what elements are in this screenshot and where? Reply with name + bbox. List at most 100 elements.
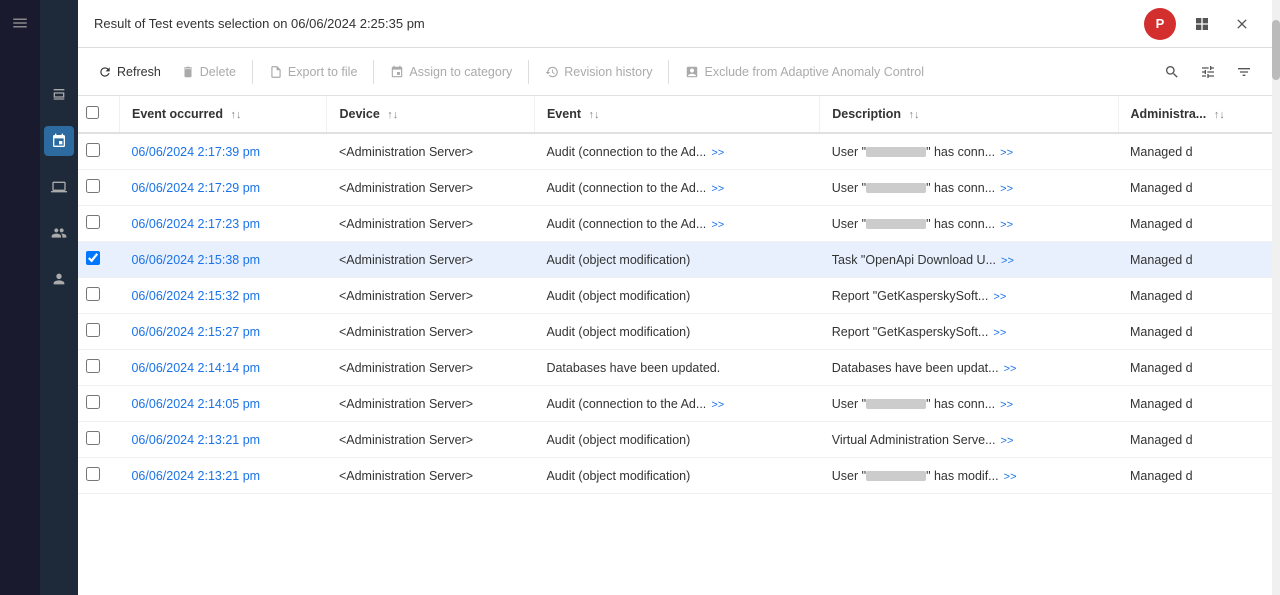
- row-checkbox-cell: [78, 170, 119, 206]
- refresh-button[interactable]: Refresh: [90, 60, 169, 84]
- filter-settings-icon-button[interactable]: [1192, 56, 1224, 88]
- left-sidebar: [0, 0, 40, 595]
- row-checkbox-cell: [78, 133, 119, 170]
- menu-icon[interactable]: [5, 8, 35, 38]
- description-expand-arrow[interactable]: >>: [997, 183, 1013, 195]
- table-row: 06/06/2024 2:17:39 pm<Administration Ser…: [78, 133, 1272, 170]
- row-checkbox[interactable]: [86, 467, 100, 481]
- administration-cell: Managed d: [1118, 314, 1272, 350]
- row-checkbox-cell: [78, 350, 119, 386]
- row-checkbox[interactable]: [86, 323, 100, 337]
- event-time[interactable]: 06/06/2024 2:17:23 pm: [119, 206, 326, 242]
- description-cell: Report "GetKasperskySoft... >>: [820, 278, 1118, 314]
- filter-icon-button[interactable]: [1228, 56, 1260, 88]
- page-title: Result of Test events selection on 06/06…: [94, 16, 1132, 31]
- scrollbar-thumb[interactable]: [1272, 20, 1280, 80]
- row-checkbox[interactable]: [86, 215, 100, 229]
- event-time[interactable]: 06/06/2024 2:14:05 pm: [119, 386, 326, 422]
- sidebar-users-icon[interactable]: [44, 218, 74, 248]
- delete-button[interactable]: Delete: [173, 60, 244, 84]
- sidebar-nodes-icon[interactable]: [44, 126, 74, 156]
- col-event[interactable]: Event ↑↓: [534, 96, 819, 133]
- row-checkbox[interactable]: [86, 395, 100, 409]
- device-cell: <Administration Server>: [327, 422, 534, 458]
- description-cell: User "" has modif... >>: [820, 458, 1118, 494]
- description-expand-arrow[interactable]: >>: [1001, 471, 1017, 483]
- col-description[interactable]: Description ↑↓: [820, 96, 1118, 133]
- event-time[interactable]: 06/06/2024 2:17:39 pm: [119, 133, 326, 170]
- event-cell: Audit (object modification): [534, 242, 819, 278]
- event-expand-arrow[interactable]: >>: [708, 183, 724, 195]
- col-event-occurred[interactable]: Event occurred ↑↓: [119, 96, 326, 133]
- row-checkbox-cell: [78, 242, 119, 278]
- select-all-checkbox[interactable]: [86, 106, 99, 119]
- event-cell: Audit (object modification): [534, 422, 819, 458]
- redacted-text: [866, 219, 926, 229]
- event-time[interactable]: 06/06/2024 2:15:32 pm: [119, 278, 326, 314]
- sidebar-monitor-icon[interactable]: [44, 172, 74, 202]
- window-tile-button[interactable]: [1188, 10, 1216, 38]
- col-device[interactable]: Device ↑↓: [327, 96, 534, 133]
- event-cell: Databases have been updated.: [534, 350, 819, 386]
- row-checkbox[interactable]: [86, 287, 100, 301]
- event-cell: Audit (object modification): [534, 314, 819, 350]
- event-time[interactable]: 06/06/2024 2:15:27 pm: [119, 314, 326, 350]
- device-cell: <Administration Server>: [327, 133, 534, 170]
- row-checkbox-cell: [78, 458, 119, 494]
- table-row: 06/06/2024 2:15:32 pm<Administration Ser…: [78, 278, 1272, 314]
- event-time[interactable]: 06/06/2024 2:15:38 pm: [119, 242, 326, 278]
- row-checkbox[interactable]: [86, 359, 100, 373]
- table-row: 06/06/2024 2:14:05 pm<Administration Ser…: [78, 386, 1272, 422]
- administration-cell: Managed d: [1118, 242, 1272, 278]
- administration-cell: Managed d: [1118, 350, 1272, 386]
- description-cell: User "" has conn... >>: [820, 386, 1118, 422]
- export-button[interactable]: Export to file: [261, 60, 365, 84]
- toolbar: Refresh Delete Export to file Assign to …: [78, 48, 1272, 96]
- redacted-text: [866, 147, 926, 157]
- description-expand-arrow[interactable]: >>: [1001, 363, 1017, 375]
- row-checkbox-cell: [78, 278, 119, 314]
- event-expand-arrow[interactable]: >>: [708, 399, 724, 411]
- events-table: Event occurred ↑↓ Device ↑↓ Event ↑↓ Des…: [78, 96, 1272, 494]
- event-time[interactable]: 06/06/2024 2:13:21 pm: [119, 458, 326, 494]
- description-expand-arrow[interactable]: >>: [990, 291, 1006, 303]
- description-cell: Virtual Administration Serve... >>: [820, 422, 1118, 458]
- row-checkbox-cell: [78, 386, 119, 422]
- description-expand-arrow[interactable]: >>: [997, 147, 1013, 159]
- description-expand-arrow[interactable]: >>: [998, 255, 1014, 267]
- table-row: 06/06/2024 2:17:23 pm<Administration Ser…: [78, 206, 1272, 242]
- avatar: P: [1144, 8, 1176, 40]
- event-time[interactable]: 06/06/2024 2:13:21 pm: [119, 422, 326, 458]
- administration-cell: Managed d: [1118, 133, 1272, 170]
- row-checkbox[interactable]: [86, 143, 100, 157]
- col-administration[interactable]: Administra... ↑↓: [1118, 96, 1272, 133]
- table-row: 06/06/2024 2:14:14 pm<Administration Ser…: [78, 350, 1272, 386]
- row-checkbox[interactable]: [86, 251, 100, 265]
- sidebar-user-icon[interactable]: [44, 264, 74, 294]
- description-expand-arrow[interactable]: >>: [997, 435, 1013, 447]
- event-expand-arrow[interactable]: >>: [708, 219, 724, 231]
- row-checkbox[interactable]: [86, 179, 100, 193]
- event-expand-arrow[interactable]: >>: [708, 147, 724, 159]
- revision-button[interactable]: Revision history: [537, 60, 660, 84]
- description-cell: Databases have been updat... >>: [820, 350, 1118, 386]
- exclude-button[interactable]: Exclude from Adaptive Anomaly Control: [677, 60, 932, 84]
- window-close-button[interactable]: [1228, 10, 1256, 38]
- description-expand-arrow[interactable]: >>: [997, 399, 1013, 411]
- description-cell: Report "GetKasperskySoft... >>: [820, 314, 1118, 350]
- sidebar-server-icon[interactable]: [44, 80, 74, 110]
- second-sidebar: [40, 0, 78, 595]
- table-row: 06/06/2024 2:17:29 pm<Administration Ser…: [78, 170, 1272, 206]
- vertical-scrollbar[interactable]: [1272, 0, 1280, 595]
- description-expand-arrow[interactable]: >>: [997, 219, 1013, 231]
- description-expand-arrow[interactable]: >>: [990, 327, 1006, 339]
- row-checkbox[interactable]: [86, 431, 100, 445]
- event-cell: Audit (connection to the Ad... >>: [534, 386, 819, 422]
- search-icon-button[interactable]: [1156, 56, 1188, 88]
- event-time[interactable]: 06/06/2024 2:17:29 pm: [119, 170, 326, 206]
- redacted-text: [866, 471, 926, 481]
- event-time[interactable]: 06/06/2024 2:14:14 pm: [119, 350, 326, 386]
- device-cell: <Administration Server>: [327, 386, 534, 422]
- separator-2: [373, 60, 374, 84]
- assign-button[interactable]: Assign to category: [382, 60, 520, 84]
